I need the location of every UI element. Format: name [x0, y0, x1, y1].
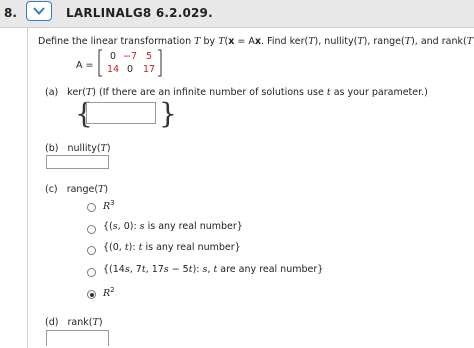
range-option-radio[interactable] — [87, 225, 96, 234]
matrix: 0 −7 5 14 0 17 — [98, 49, 162, 77]
collapse-toggle-button[interactable] — [26, 1, 52, 21]
range-option-label: R2 — [103, 286, 115, 300]
problem-statement: Define the linear transformation T by T(… — [38, 36, 474, 47]
question-header: 8. LARLINALG8 6.2.029. — [0, 0, 474, 28]
matrix-label: A = — [76, 60, 94, 71]
chevron-down-icon — [33, 7, 45, 15]
question-id: LARLINALG8 6.2.029. — [66, 6, 213, 20]
question-body: Define the linear transformation T by T(… — [27, 27, 474, 348]
rank-answer-input[interactable] — [46, 330, 109, 346]
right-brace: } — [159, 97, 177, 130]
range-option-label: {(s, 0): s is any real number} — [103, 221, 243, 232]
matrix-entry: 17 — [142, 64, 156, 75]
part-a-label: (a) ker(T) (If there are an infinite num… — [45, 87, 428, 98]
range-option-radio-selected[interactable] — [87, 290, 96, 299]
range-option-label: {(14s, 7t, 17s − 5t): s, t are any real … — [103, 264, 324, 275]
part-d-label: (d) rank(T) — [45, 317, 103, 328]
range-option-label: {(0, t): t is any real number} — [103, 242, 241, 253]
range-option-radio[interactable] — [87, 203, 96, 212]
range-option-radio[interactable] — [87, 268, 96, 277]
ker-answer-input[interactable] — [86, 102, 156, 124]
nullity-answer-input[interactable] — [46, 155, 109, 169]
range-option-label: R3 — [103, 199, 115, 213]
part-b-label: (b) nullity(T) — [45, 143, 111, 154]
matrix-entry: 5 — [145, 51, 153, 62]
question-number: 8. — [4, 6, 17, 20]
part-c-label: (c) range(T) — [45, 184, 109, 195]
range-option-radio[interactable] — [87, 246, 96, 255]
